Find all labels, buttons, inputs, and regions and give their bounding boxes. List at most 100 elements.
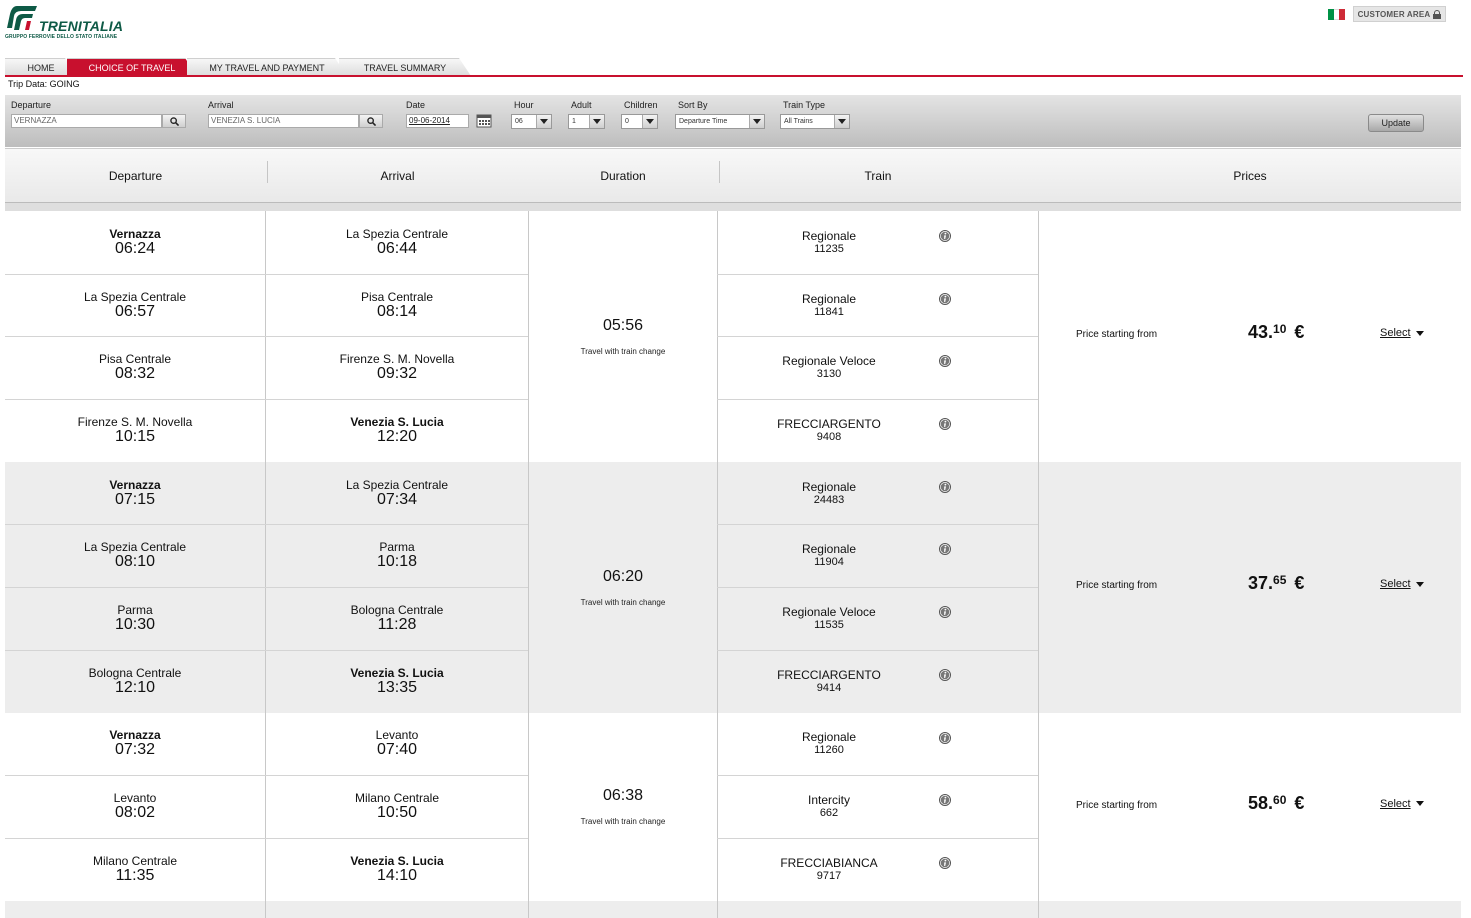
train-number: 9717 bbox=[816, 869, 842, 882]
leg-train: FRECCIABIANCA 9717 bbox=[718, 838, 940, 901]
search-icon bbox=[366, 116, 376, 126]
arrival-time: 07:40 bbox=[376, 741, 418, 759]
tab-choice-of-travel[interactable]: CHOICE OF TRAVEL bbox=[67, 58, 197, 76]
train-type: Regionale bbox=[801, 542, 857, 557]
leg-departure: Pisa Centrale 08:32 bbox=[5, 336, 265, 399]
duration-cell: 05:56 Travel with train change bbox=[529, 211, 717, 462]
adult-select[interactable]: 1 bbox=[568, 114, 605, 129]
leg-departure: Vernazza 07:32 bbox=[5, 713, 265, 776]
info-icon[interactable] bbox=[939, 606, 951, 619]
children-select[interactable]: 0 bbox=[621, 114, 658, 129]
leg-train: Intercity 662 bbox=[718, 775, 940, 838]
train-number: 24483 bbox=[813, 493, 845, 506]
leg-arrival: Venezia S. Lucia 14:10 bbox=[266, 838, 528, 901]
select-button[interactable]: Select bbox=[1380, 578, 1424, 590]
children-label: Children bbox=[624, 100, 658, 110]
hour-select[interactable]: 06 bbox=[511, 114, 552, 129]
duration-cell: 06:20 Travel with train change bbox=[529, 462, 717, 713]
duration-value: 05:56 bbox=[602, 316, 644, 334]
brand-subtitle: GRUPPO FERROVIE DELLO STATO ITALIANE bbox=[5, 34, 118, 40]
arrival-station: La Spezia Centrale bbox=[345, 226, 449, 241]
leg-train: Regionale 11235 bbox=[718, 211, 940, 274]
train-number: 9408 bbox=[816, 430, 842, 443]
lock-icon bbox=[1433, 9, 1442, 19]
leg-departure: Bologna Centrale 12:10 bbox=[5, 650, 265, 713]
arrival-time: 07:34 bbox=[376, 490, 418, 508]
info-icon[interactable] bbox=[939, 731, 951, 744]
departure-station: La Spezia Centrale bbox=[83, 289, 187, 304]
info-icon[interactable] bbox=[939, 292, 951, 305]
next-result-group bbox=[5, 900, 1461, 918]
date-input[interactable]: 09-06-2014 bbox=[406, 114, 469, 128]
departure-time: 07:15 bbox=[114, 490, 156, 508]
arrival-time: 08:14 bbox=[376, 302, 418, 320]
price-label: Price starting from bbox=[1076, 580, 1158, 592]
leg-arrival: La Spezia Centrale 06:44 bbox=[266, 211, 528, 274]
column-duration: Duration bbox=[600, 168, 646, 183]
italian-flag-icon[interactable] bbox=[1328, 9, 1346, 20]
price-label: Price starting from bbox=[1076, 799, 1158, 811]
info-icon[interactable] bbox=[939, 794, 951, 807]
train-type: FRECCIABIANCA bbox=[780, 855, 878, 870]
info-icon[interactable] bbox=[939, 418, 951, 431]
train-type-select[interactable]: All Trains bbox=[780, 114, 850, 129]
progress-tabs: HOME CHOICE OF TRAVEL MY TRAVEL AND PAYM… bbox=[5, 58, 1463, 77]
trenitalia-logo-icon bbox=[7, 6, 37, 30]
calendar-icon[interactable] bbox=[476, 114, 492, 128]
arrival-time: 12:20 bbox=[376, 427, 418, 445]
arrival-search-button[interactable] bbox=[359, 114, 383, 128]
chevron-down-icon bbox=[834, 115, 849, 128]
train-type: Intercity bbox=[807, 793, 850, 808]
leg-departure: La Spezia Centrale 06:57 bbox=[5, 274, 265, 337]
departure-search-button[interactable] bbox=[162, 114, 186, 128]
sort-by-label: Sort By bbox=[678, 100, 708, 110]
train-type: Regionale bbox=[801, 228, 857, 243]
leg-departure: La Spezia Centrale 08:10 bbox=[5, 524, 265, 587]
column-arrival: Arrival bbox=[380, 168, 415, 183]
arrival-time: 10:18 bbox=[376, 553, 418, 571]
arrival-station: La Spezia Centrale bbox=[345, 477, 449, 492]
info-icon[interactable] bbox=[939, 480, 951, 493]
info-icon[interactable] bbox=[939, 355, 951, 368]
customer-area-button[interactable]: CUSTOMER AREA bbox=[1353, 6, 1446, 22]
leg-departure: Vernazza 07:15 bbox=[5, 462, 265, 525]
trenitalia-logo[interactable]: TRENITALIA GRUPPO FERROVIE DELLO STATO I… bbox=[5, 4, 135, 40]
search-bar: Departure VERNAZZA Arrival VENEZIA S. LU… bbox=[5, 95, 1461, 147]
update-button[interactable]: Update bbox=[1368, 114, 1424, 132]
departure-time: 08:32 bbox=[114, 365, 156, 383]
info-icon[interactable] bbox=[939, 230, 951, 242]
departure-time: 08:02 bbox=[114, 804, 156, 822]
chevron-down-icon bbox=[749, 115, 764, 128]
select-button[interactable]: Select bbox=[1380, 798, 1424, 810]
sort-by-select[interactable]: Departure Time bbox=[675, 114, 765, 129]
leg-departure: Milano Centrale 11:35 bbox=[5, 838, 265, 901]
leg-arrival: Firenze S. M. Novella 09:32 bbox=[266, 336, 528, 399]
leg-arrival: Venezia S. Lucia 12:20 bbox=[266, 399, 528, 462]
leg-arrival: La Spezia Centrale 07:34 bbox=[266, 462, 528, 525]
train-type: Regionale bbox=[801, 730, 857, 745]
info-icon[interactable] bbox=[939, 856, 951, 869]
departure-label: Departure bbox=[11, 100, 52, 110]
leg-departure: Levanto 08:02 bbox=[5, 775, 265, 838]
leg-train: Regionale Veloce 3130 bbox=[718, 336, 940, 399]
info-icon[interactable] bbox=[939, 543, 951, 556]
leg-departure: Firenze S. M. Novella 10:15 bbox=[5, 399, 265, 462]
tab-travel-summary[interactable]: TRAVEL SUMMARY bbox=[339, 58, 471, 76]
departure-station: Vernazza bbox=[109, 477, 161, 492]
arrival-input[interactable]: VENEZIA S. LUCIA bbox=[208, 114, 359, 128]
select-button[interactable]: Select bbox=[1380, 327, 1424, 339]
hour-label: Hour bbox=[514, 100, 534, 110]
departure-station: Milano Centrale bbox=[92, 853, 178, 868]
price-value: 37.65 € bbox=[1248, 573, 1305, 594]
departure-time: 10:30 bbox=[114, 616, 156, 634]
tab-my-travel-and-payment[interactable]: MY TRAVEL AND PAYMENT bbox=[187, 58, 347, 76]
train-type: FRECCIARGENTO bbox=[777, 416, 881, 431]
train-number: 11260 bbox=[814, 744, 844, 757]
date-label: Date bbox=[406, 100, 426, 110]
departure-input[interactable]: VERNAZZA bbox=[11, 114, 162, 128]
tab-home[interactable]: HOME bbox=[5, 58, 77, 76]
arrival-station: Venezia S. Lucia bbox=[350, 414, 444, 429]
chevron-down-icon bbox=[642, 115, 657, 128]
info-icon[interactable] bbox=[939, 668, 951, 681]
departure-time: 07:32 bbox=[114, 741, 156, 759]
